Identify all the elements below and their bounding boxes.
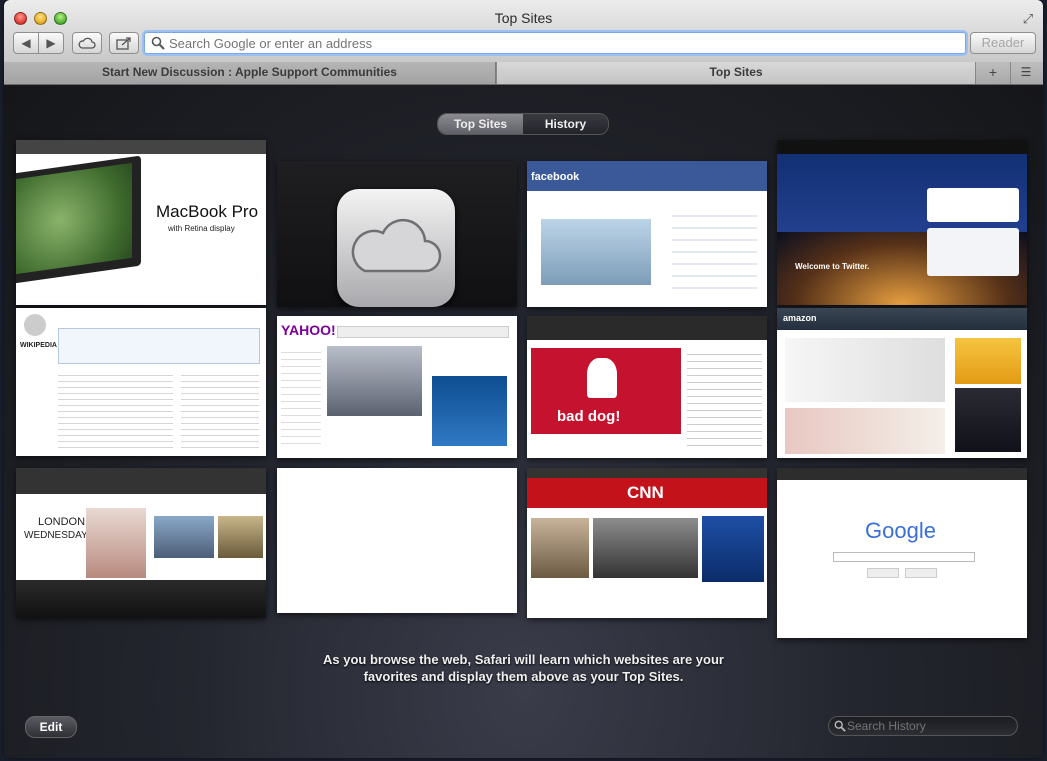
- thumbnail-blank[interactable]: [277, 468, 517, 613]
- thumbnail-caption: MacBook Pro: [156, 202, 259, 221]
- cloud-icon: [78, 37, 96, 49]
- chevron-right-icon: ▶: [46, 36, 56, 50]
- thumbnail-yahoo[interactable]: YAHOO!: [277, 316, 517, 458]
- tab-bar: Start New Discussion : Apple Support Com…: [4, 62, 1043, 85]
- thumbnail-caption: CNN: [627, 483, 664, 502]
- thumbnail-caption: bad dog!: [557, 408, 621, 425]
- thumbnail-caption: Google: [865, 518, 936, 543]
- plus-icon: +: [988, 64, 998, 80]
- search-icon: [151, 36, 165, 50]
- title-bar: Top Sites ⤢ ◀ ▶ Reader: [4, 0, 1043, 63]
- tab-apple-support[interactable]: Start New Discussion : Apple Support Com…: [4, 62, 496, 84]
- top-sites-message: As you browse the web, Safari will learn…: [4, 651, 1043, 685]
- thumbnail-allthingsd[interactable]: bad dog!: [527, 316, 767, 458]
- new-tab-button[interactable]: +: [978, 62, 1008, 84]
- window-title: Top Sites: [494, 10, 553, 26]
- thumbnail-amazon[interactable]: amazon: [777, 308, 1027, 458]
- cloud-icon: [351, 218, 442, 273]
- thumbnail-caption: Welcome to Twitter.: [795, 262, 870, 271]
- thumbnail-apple[interactable]: MacBook Pro with Retina display: [16, 140, 266, 305]
- address-input[interactable]: [169, 33, 949, 53]
- search-icon: [834, 720, 846, 732]
- browser-window: Top Sites ⤢ ◀ ▶ Reader Start New Discuss…: [4, 0, 1043, 758]
- thumbnail-icloud[interactable]: [277, 161, 517, 307]
- share-icon: [116, 37, 131, 50]
- reader-button[interactable]: Reader: [970, 32, 1036, 54]
- search-history-input[interactable]: [847, 717, 1012, 735]
- forward-button[interactable]: ▶: [38, 32, 64, 54]
- thumbnail-caption: LONDON: [38, 516, 86, 528]
- chevron-left-icon: ◀: [21, 36, 31, 50]
- thumbnail-caption: amazon: [783, 313, 817, 323]
- thumbnail-cnn[interactable]: CNN: [527, 468, 767, 618]
- thumbnail-caption: facebook: [531, 171, 580, 183]
- thumbnail-subcaption: with Retina display: [168, 224, 235, 233]
- thumbnail-google[interactable]: Google: [777, 468, 1027, 638]
- message-line-2: favorites and display them above as your…: [363, 669, 684, 684]
- list-icon: ☰: [1020, 65, 1032, 79]
- thumbnail-facebook[interactable]: facebook: [527, 161, 767, 307]
- thumbnail-twitter[interactable]: Welcome to Twitter.: [777, 140, 1027, 305]
- thumbnail-bbc[interactable]: LONDON WEDNESDAY, 25 JULY: [16, 468, 266, 618]
- thumbnail-caption: WIKIPEDIA: [20, 342, 57, 349]
- message-line-1: As you browse the web, Safari will learn…: [323, 652, 724, 667]
- thumbnail-wikipedia[interactable]: WIKIPEDIA: [16, 308, 266, 456]
- thumbnail-caption: YAHOO!: [281, 322, 336, 338]
- tab-list-button[interactable]: ☰: [1010, 62, 1041, 84]
- fullscreen-icon[interactable]: ⤢: [1021, 12, 1035, 26]
- share-button[interactable]: [109, 32, 139, 54]
- address-bar[interactable]: [144, 32, 966, 54]
- edit-button[interactable]: Edit: [25, 716, 77, 738]
- search-history-field[interactable]: [828, 716, 1018, 736]
- back-button[interactable]: ◀: [13, 32, 39, 54]
- top-sites-view: Top Sites History MacBook Pro with Retin…: [4, 85, 1043, 758]
- tab-top-sites[interactable]: Top Sites: [496, 62, 976, 84]
- icloud-tabs-button[interactable]: [72, 32, 102, 54]
